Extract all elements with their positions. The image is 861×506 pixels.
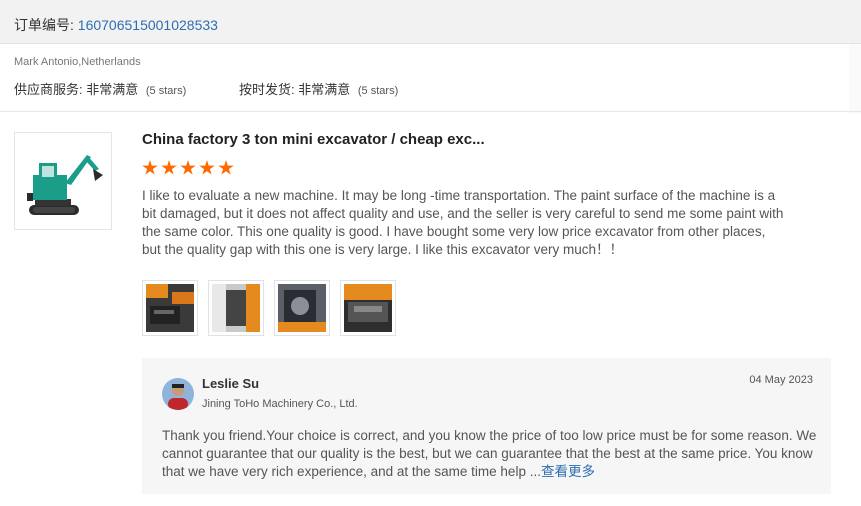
star-icon [161,160,177,175]
order-number-link[interactable]: 160706515001028533 [78,17,218,33]
review-text: I like to evaluate a new machine. It may… [142,188,784,257]
rating-label: 供应商服务: [14,82,83,97]
seller-company: Jining ToHo Machinery Co., Ltd. [202,398,358,410]
reply-body: Thank you friend.Your choice is correct,… [162,428,817,479]
seller-reply: Leslie Su Jining ToHo Machinery Co., Ltd… [142,358,831,494]
star-icon [142,160,158,175]
order-label: 订单编号: 160706515001028533 [14,15,218,35]
reply-text: Thank you friend.Your choice is correct,… [162,427,817,481]
star-icon [218,160,234,175]
buyer-info: Mark Antonio,Netherlands [14,56,141,68]
reply-date: 04 May 2023 [749,374,813,386]
star-icon [180,160,196,175]
rating-on-time-delivery: 按时发货: 非常满意 (5 stars) [239,79,398,98]
rating-label: 按时发货: [239,82,295,97]
seller-avatar [162,378,194,410]
section-divider [0,111,861,112]
rating-value: 非常满意 [298,82,351,97]
order-header: 订单编号: 160706515001028533 [0,0,861,44]
rating-value: 非常满意 [86,82,139,97]
photo-image [344,284,392,332]
review-stars [142,160,237,181]
rating-stars-note: (5 stars) [145,85,187,97]
review-photo-4[interactable] [340,280,396,336]
order-number-label: 订单编号: [14,17,74,33]
review-photo-1[interactable] [142,280,198,336]
photo-image [212,284,260,332]
photo-image [278,284,326,332]
star-icon [199,160,215,175]
product-thumbnail[interactable] [14,132,112,230]
seller-name: Leslie Su [202,376,260,391]
product-title-link[interactable]: China factory 3 ton mini excavator / che… [142,131,485,148]
excavator-image [27,155,103,215]
scrollbar[interactable] [849,44,861,114]
rating-supplier-service: 供应商服务: 非常满意 (5 stars) [14,79,186,98]
see-more-link[interactable]: 查看更多 [541,464,595,479]
review-photo-3[interactable] [274,280,330,336]
review-photo-2[interactable] [208,280,264,336]
rating-stars-note: (5 stars) [357,85,399,97]
photo-image [146,284,194,332]
avatar-image [162,378,194,410]
